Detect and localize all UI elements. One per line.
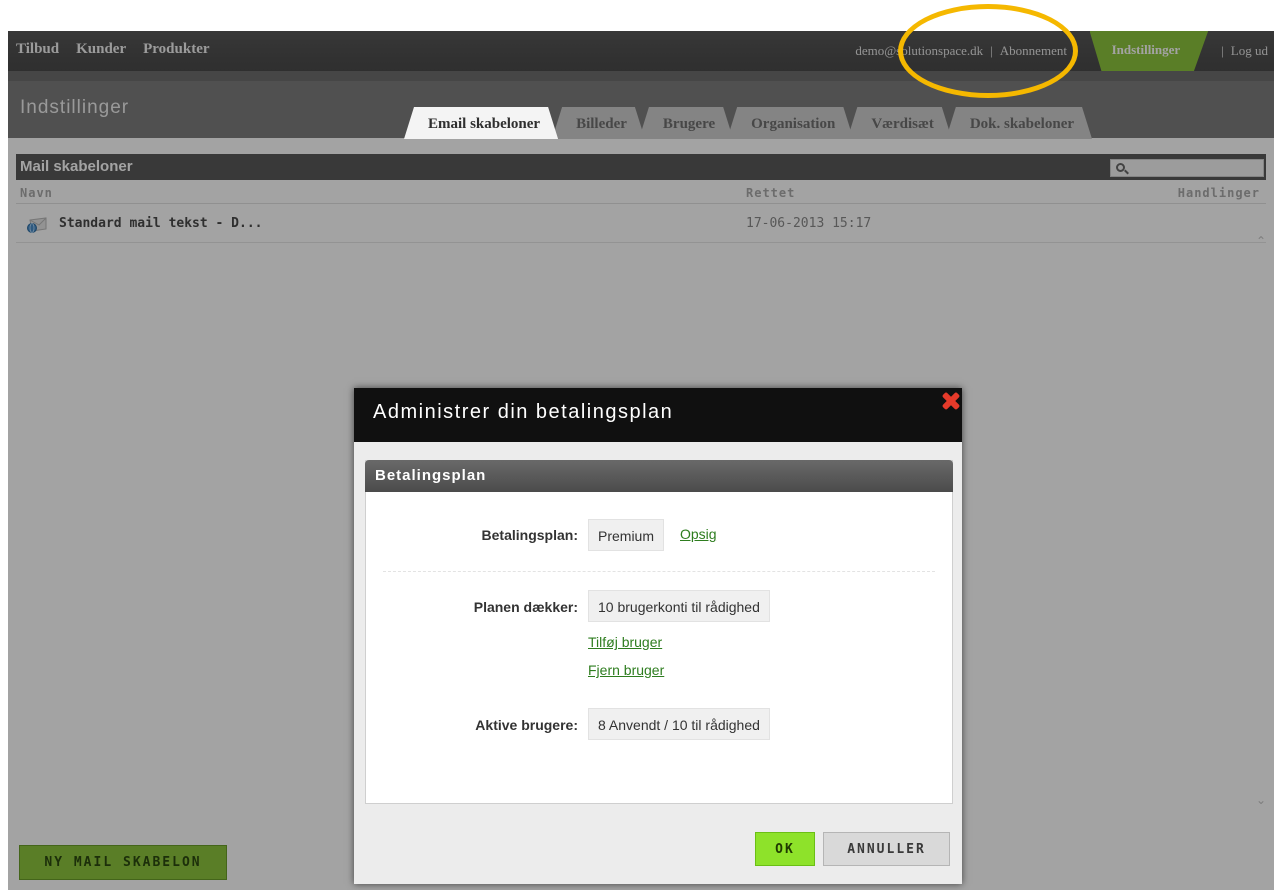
covers-value: 10 brugerkonti til rådighed xyxy=(588,590,770,622)
divider xyxy=(383,571,935,572)
remove-user-link[interactable]: Fjern bruger xyxy=(588,662,664,678)
payment-plan-modal: Administrer din betalingsplan Betalingsp… xyxy=(354,388,962,884)
modal-header: Administrer din betalingsplan xyxy=(354,388,962,442)
covers-label: Planen dækker: xyxy=(473,599,578,615)
active-users-value: 8 Anvendt / 10 til rådighed xyxy=(588,708,770,740)
modal-title: Administrer din betalingsplan xyxy=(373,401,674,423)
cancel-button[interactable]: ANNULLER xyxy=(823,832,950,866)
payment-plan-section: Betalingsplan Betalingsplan: Premium Ops… xyxy=(365,460,953,804)
highlight-ring-annotation xyxy=(898,4,1078,98)
tab-email-templates[interactable]: Email skabeloner xyxy=(404,107,558,139)
app-window: Tilbud Kunder Produkter demo@solutionspa… xyxy=(8,31,1274,890)
plan-label: Betalingsplan: xyxy=(481,527,578,543)
section-title: Betalingsplan xyxy=(375,467,487,484)
plan-value: Premium xyxy=(588,519,665,551)
active-users-label: Aktive brugere: xyxy=(475,717,578,733)
close-icon[interactable] xyxy=(940,390,962,412)
cancel-plan-link[interactable]: Opsig xyxy=(680,526,717,542)
add-user-link[interactable]: Tilføj bruger xyxy=(588,634,662,650)
ok-button[interactable]: OK xyxy=(755,832,815,866)
section-header: Betalingsplan xyxy=(365,460,953,492)
